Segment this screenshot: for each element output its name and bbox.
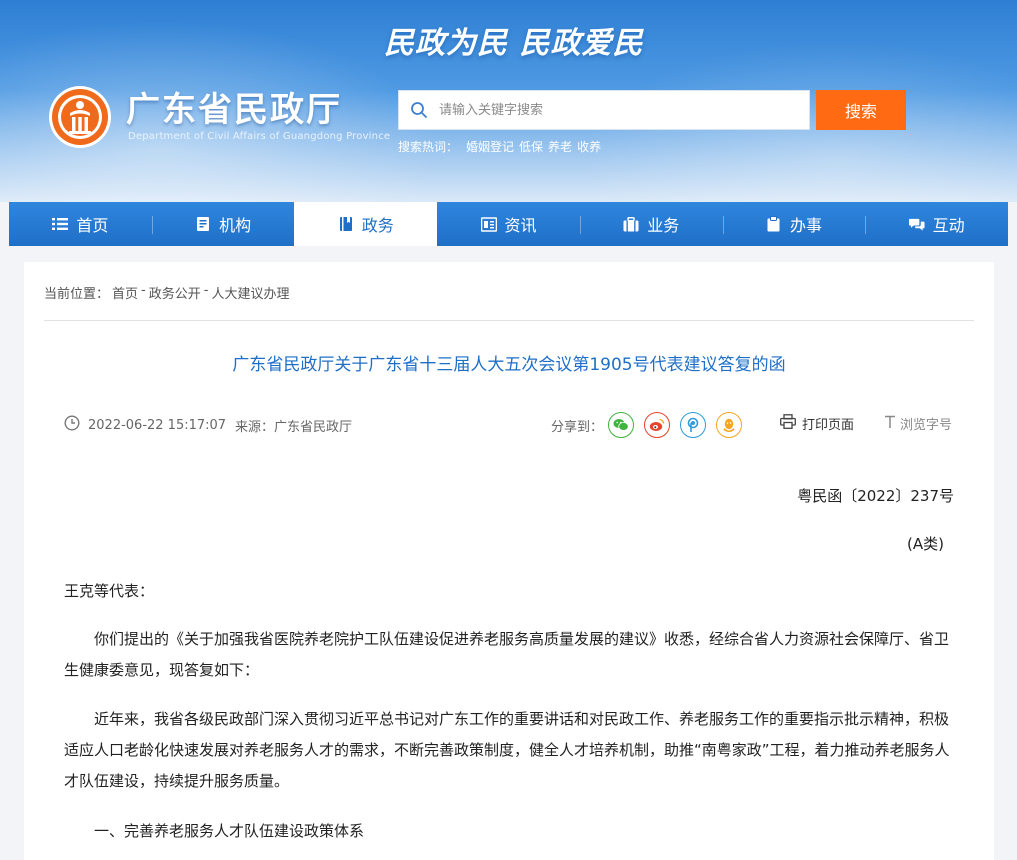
breadcrumb-item[interactable]: 首页 [112,283,138,302]
paragraph: 你们提出的《关于加强我省医院养老院护工队伍建设促进养老服务高质量发展的建议》收悉… [64,630,950,679]
publish-time-text: 2022-06-22 15:17:07 [88,417,227,433]
qzone-share-icon[interactable] [680,412,706,438]
hot-words-label: 搜索热词： [398,140,459,154]
nav-item-government-affairs[interactable]: 政务 [294,202,438,246]
article-meta: 2022-06-22 15:17:07 来源：广东省民政厅 分享到： 打印页面 … [24,412,994,438]
site-header: 民政为民 民政爱民 广东省民政厅 Department of Civil Aff… [0,0,1017,202]
qq-share-icon[interactable] [716,412,742,438]
header-slogan: 民政为民 民政爱民 [384,26,644,61]
clock-icon [64,415,80,435]
breadcrumb-separator: - [141,283,146,298]
font-size-label: 浏览字号 [900,418,953,433]
chat-icon [908,216,925,232]
nav-item-label: 互动 [932,216,965,235]
salutation: 王克等代表： [64,582,155,600]
search-box [398,90,810,130]
article-container: 当前位置： 首页 - 政务公开 - 人大建议办理 广东省民政厅关于广东省十三届人… [24,262,994,860]
nav-item-services[interactable]: 办事 [722,202,866,246]
breadcrumb-item[interactable]: 人大建议办理 [211,283,289,302]
section-heading: 一、完善养老服务人才队伍建设政策体系 [94,822,365,840]
breadcrumb: 当前位置： 首页 - 政务公开 - 人大建议办理 [44,283,289,302]
site-subtitle: Department of Civil Affairs of Guangdong… [128,131,391,142]
hot-word[interactable]: 养老 [548,138,572,155]
divider [44,320,974,321]
building-icon [195,216,211,232]
print-label: 打印页面 [802,418,855,433]
nav-item-organization[interactable]: 机构 [151,202,295,246]
weibo-share-icon[interactable] [644,412,670,438]
news-icon [480,216,497,232]
hot-word[interactable]: 低保 [519,138,543,155]
printer-icon [780,414,796,433]
share-label: 分享到： [551,420,604,435]
document-class: (A类) [907,535,944,553]
nav-item-label: 办事 [789,216,822,235]
print-button[interactable]: 打印页面 [780,414,854,433]
breadcrumb-item[interactable]: 政务公开 [149,283,201,302]
list-icon [52,216,69,232]
document-number: 粤民函〔2022〕237号 [797,487,954,505]
site-title[interactable]: 广东省民政厅 [126,82,342,131]
civil-affairs-logo-icon[interactable] [48,85,112,149]
book-icon [338,216,354,232]
search-button[interactable]: 搜索 [816,90,906,130]
nav-item-home[interactable]: 首页 [9,202,152,246]
nav-item-label: 机构 [219,216,252,235]
font-size-icon [884,415,896,433]
search-input[interactable] [439,92,799,128]
wechat-share-icon[interactable] [608,412,634,438]
breadcrumb-prefix: 当前位置： [44,287,110,302]
paragraph: 近年来，我省各级民政部门深入贯彻习近平总书记对广东工作的重要讲话和对民政工作、养… [64,710,950,790]
nav-item-business[interactable]: 业务 [579,202,723,246]
nav-item-interaction[interactable]: 互动 [865,202,1008,246]
nav-item-news[interactable]: 资讯 [437,202,580,246]
hot-word[interactable]: 婚姻登记 [466,138,514,155]
nav-item-label: 业务 [647,216,680,235]
article-title: 广东省民政厅关于广东省十三届人大五次会议第1905号代表建议答复的函 [232,355,786,375]
hot-word[interactable]: 收养 [577,138,601,155]
search-icon [399,91,439,129]
font-size-button[interactable]: 浏览字号 [884,414,952,433]
main-nav: 首页 机构 政务 资讯 业务 办事 互动 [9,202,1008,246]
briefcase-icon [623,216,639,232]
hot-words: 搜索热词： 婚姻登记 低保 养老 收养 [398,138,601,155]
clipboard-icon [766,216,782,232]
publish-time: 2022-06-22 15:17:07 [64,415,226,435]
breadcrumb-separator: - [203,283,209,298]
nav-item-label: 政务 [361,216,394,235]
nav-item-label: 资讯 [504,216,537,235]
article-source: 来源：广东省民政厅 [235,420,353,435]
nav-item-label: 首页 [76,216,109,235]
